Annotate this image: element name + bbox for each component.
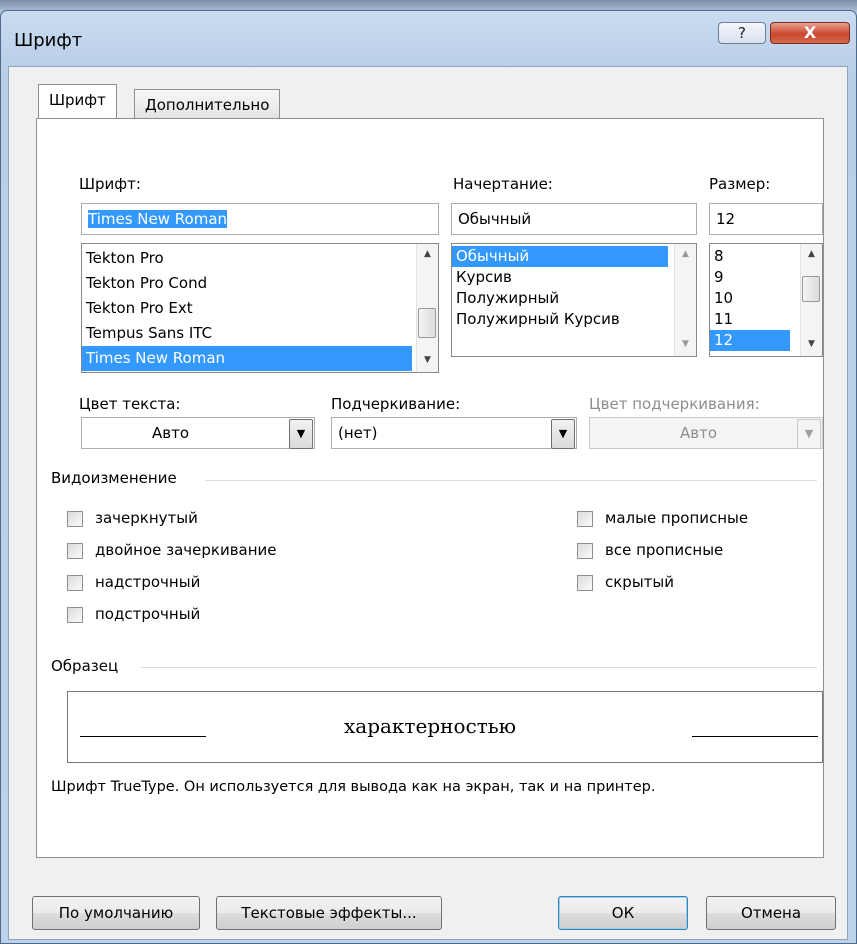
underline-color-select[interactable]: Авто ▼: [589, 417, 823, 449]
ok-button[interactable]: ОК: [558, 896, 688, 930]
sample-preview: характерностью: [67, 691, 823, 763]
underline-color-value: Авто: [680, 424, 718, 442]
sample-heading: Образец: [51, 657, 119, 675]
style-list-scrollbar[interactable]: ▲ ▼: [674, 244, 696, 356]
tab-panel-font: Шрифт: Times New Roman Tekton Pro Tekton…: [36, 118, 824, 858]
size-input[interactable]: 12: [709, 203, 823, 235]
effect-label: двойное зачеркивание: [95, 541, 277, 559]
text-color-label: Цвет текста:: [79, 395, 181, 413]
font-list-item[interactable]: Tekton Pro Cond: [82, 271, 412, 296]
chevron-down-icon[interactable]: ▼: [289, 419, 313, 449]
underline-label: Подчеркивание:: [331, 395, 461, 413]
font-name-value: Times New Roman: [88, 210, 228, 228]
style-list-item-selected[interactable]: Обычный: [452, 246, 668, 267]
sample-text: характерностью: [344, 714, 517, 738]
style-list-item[interactable]: Курсив: [452, 267, 668, 288]
size-list-item[interactable]: 8: [710, 246, 790, 267]
size-list-item[interactable]: 10: [710, 288, 790, 309]
effects-heading: Видоизменение: [51, 469, 177, 487]
checkbox[interactable]: [67, 607, 83, 623]
checkbox[interactable]: [67, 511, 83, 527]
size-list-item[interactable]: 9: [710, 267, 790, 288]
group-divider: [141, 667, 817, 668]
scroll-down-icon[interactable]: ▼: [417, 350, 438, 370]
effect-label: малые прописные: [605, 509, 749, 527]
style-list-item[interactable]: Полужирный: [452, 288, 668, 309]
underline-value: (нет): [338, 424, 378, 442]
scroll-down-icon[interactable]: ▼: [675, 334, 696, 354]
checkbox[interactable]: [577, 543, 593, 559]
scroll-up-icon[interactable]: ▲: [801, 244, 822, 264]
style-label: Начертание:: [453, 175, 553, 193]
font-list-item[interactable]: Tempus Sans ITC: [82, 321, 412, 346]
close-button[interactable]: X: [770, 22, 850, 44]
font-label: Шрифт:: [79, 175, 141, 193]
checkbox[interactable]: [67, 543, 83, 559]
size-label: Размер:: [709, 175, 771, 193]
cancel-button[interactable]: Отмена: [706, 896, 836, 930]
effect-label: скрытый: [605, 573, 675, 591]
text-color-value: Авто: [152, 424, 190, 442]
font-list-item[interactable]: Tekton Pro: [82, 246, 412, 271]
effect-label: все прописные: [605, 541, 724, 559]
size-list-scrollbar[interactable]: ▲ ▼: [800, 244, 822, 356]
style-list[interactable]: Обычный Курсив Полужирный Полужирный Кур…: [451, 243, 697, 357]
font-list-scrollbar[interactable]: ▲ ▼: [416, 244, 438, 372]
sample-line-left: [80, 736, 206, 737]
sample-line-right: [692, 736, 818, 737]
font-list-item[interactable]: Tekton Pro Ext: [82, 296, 412, 321]
style-list-item[interactable]: Полужирный Курсив: [452, 309, 668, 330]
chevron-down-icon[interactable]: ▼: [797, 419, 821, 449]
tab-advanced-label: Дополнительно: [145, 96, 270, 114]
dialog-title: Шрифт: [14, 30, 83, 51]
text-color-select[interactable]: Авто ▼: [81, 417, 315, 449]
underline-select[interactable]: (нет) ▼: [331, 417, 577, 449]
underline-color-label: Цвет подчеркивания:: [589, 395, 760, 413]
help-button[interactable]: ?: [718, 22, 766, 44]
scrollbar-thumb[interactable]: [802, 276, 820, 302]
scroll-down-icon[interactable]: ▼: [801, 334, 822, 354]
checkbox[interactable]: [577, 575, 593, 591]
font-list-item-selected[interactable]: Times New Roman: [82, 346, 412, 371]
size-list[interactable]: 8 9 10 11 12 ▲ ▼: [709, 243, 823, 357]
effect-label: надстрочный: [95, 573, 201, 591]
text-effects-button[interactable]: Текстовые эффекты...: [216, 896, 442, 930]
effect-label: подстрочный: [95, 605, 201, 623]
font-name-input[interactable]: Times New Roman: [81, 203, 439, 235]
size-list-item-selected[interactable]: 12: [710, 330, 790, 351]
tab-font-label: Шрифт: [49, 91, 106, 109]
size-list-item[interactable]: 11: [710, 309, 790, 330]
scroll-up-icon[interactable]: ▲: [675, 244, 696, 264]
chevron-down-icon[interactable]: ▼: [551, 419, 575, 449]
tab-advanced[interactable]: Дополнительно: [134, 89, 281, 119]
tab-font[interactable]: Шрифт: [38, 84, 117, 118]
background-window-strip: [0, 0, 857, 10]
style-input[interactable]: Обычный: [451, 203, 697, 235]
effect-label: зачеркнутый: [95, 509, 198, 527]
checkbox[interactable]: [577, 511, 593, 527]
font-list[interactable]: Tekton Pro Tekton Pro Cond Tekton Pro Ex…: [81, 243, 439, 373]
group-divider: [205, 480, 817, 481]
set-default-button[interactable]: По умолчанию: [32, 896, 200, 930]
scroll-up-icon[interactable]: ▲: [417, 244, 438, 264]
sample-description: Шрифт TrueType. Он используется для выво…: [51, 779, 656, 795]
checkbox[interactable]: [67, 575, 83, 591]
scrollbar-thumb[interactable]: [418, 308, 436, 338]
